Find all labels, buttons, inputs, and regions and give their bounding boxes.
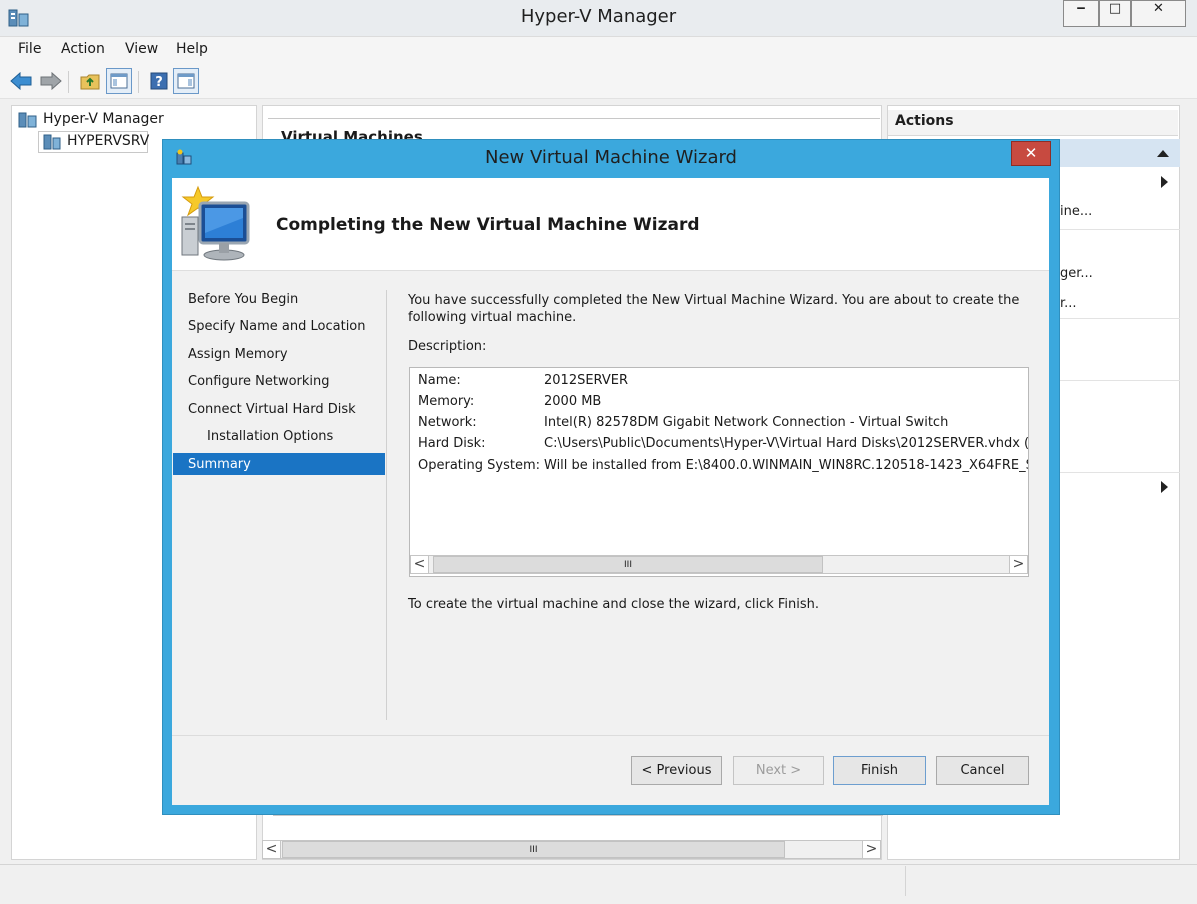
- action-item[interactable]: r...: [1060, 296, 1077, 311]
- menu-action[interactable]: Action: [61, 41, 105, 57]
- menu-view[interactable]: View: [125, 41, 158, 57]
- minimize-button[interactable]: ‒: [1063, 0, 1099, 27]
- wizard-intro-text: You have successfully completed the New …: [408, 293, 1020, 308]
- collapse-up-icon[interactable]: [1157, 146, 1169, 161]
- summary-value-operating-system: Will be installed from E:\8400.0.WINMAIN…: [544, 458, 1029, 473]
- submenu-arrow-icon: [1161, 481, 1169, 497]
- scroll-right-arrow[interactable]: >: [862, 841, 880, 858]
- scroll-thumb[interactable]: III: [433, 556, 823, 573]
- summary-label-operating-system: Operating System:: [418, 458, 540, 473]
- step-installation-options[interactable]: Installation Options: [207, 429, 333, 444]
- scroll-left-arrow[interactable]: <: [263, 841, 281, 858]
- help-icon[interactable]: ?: [146, 68, 172, 94]
- action-new-machine[interactable]: ine...: [1060, 204, 1092, 219]
- toolbar-separator: [68, 71, 69, 93]
- summary-value-memory: 2000 MB: [544, 394, 602, 409]
- maximize-button[interactable]: □: [1099, 0, 1131, 27]
- actions-divider: [1058, 229, 1180, 230]
- wizard-heading: Completing the New Virtual Machine Wizar…: [276, 215, 700, 235]
- summary-label-name: Name:: [418, 373, 461, 388]
- actions-title: Actions: [895, 113, 954, 129]
- step-assign-memory[interactable]: Assign Memory: [188, 347, 288, 362]
- window-title: Hyper-V Manager: [520, 6, 677, 27]
- show-hide-action-pane-icon[interactable]: [173, 68, 199, 94]
- summary-label-hard-disk: Hard Disk:: [418, 436, 486, 451]
- menu-file[interactable]: File: [18, 41, 41, 57]
- up-folder-icon[interactable]: [77, 68, 103, 94]
- step-summary[interactable]: Summary: [188, 457, 251, 472]
- scroll-left-arrow[interactable]: <: [411, 556, 429, 573]
- hyper-v-manager-icon: [18, 112, 38, 132]
- actions-divider: [1058, 318, 1180, 319]
- toolbar-separator: [138, 71, 139, 93]
- status-bar-divider: [905, 866, 906, 896]
- step-configure-networking[interactable]: Configure Networking: [188, 374, 330, 389]
- svg-text:?: ?: [155, 75, 163, 90]
- menu-help[interactable]: Help: [176, 41, 208, 57]
- forward-arrow-icon[interactable]: [38, 68, 64, 94]
- wizard-title: New Virtual Machine Wizard: [485, 147, 737, 168]
- actions-divider: [1058, 380, 1180, 381]
- step-before-you-begin[interactable]: Before You Begin: [188, 292, 298, 307]
- scroll-thumb[interactable]: III: [282, 841, 785, 858]
- actions-divider: [1058, 472, 1180, 473]
- description-horizontal-scrollbar[interactable]: < III >: [410, 555, 1028, 574]
- status-bar: [0, 864, 1197, 904]
- tree-root-hyper-v-manager[interactable]: Hyper-V Manager: [43, 111, 164, 127]
- finish-button[interactable]: Finish: [833, 756, 926, 785]
- description-label: Description:: [408, 339, 487, 354]
- finish-instruction-text: To create the virtual machine and close …: [408, 597, 820, 612]
- description-box[interactable]: Name: 2012SERVER Memory: 2000 MB Network…: [409, 367, 1029, 577]
- step-connect-virtual-hard-disk[interactable]: Connect Virtual Hard Disk: [188, 402, 356, 417]
- close-button[interactable]: ✕: [1131, 0, 1186, 27]
- previous-button[interactable]: < Previous: [631, 756, 722, 785]
- summary-label-memory: Memory:: [418, 394, 475, 409]
- center-pane-divider: [273, 815, 883, 830]
- submenu-arrow-icon: [1161, 176, 1169, 192]
- new-vm-monitor-icon: [180, 185, 254, 267]
- back-arrow-icon[interactable]: [8, 68, 34, 94]
- steps-divider: [386, 290, 387, 720]
- wizard-intro-text-line2: following virtual machine.: [408, 310, 577, 325]
- summary-value-hard-disk: C:\Users\Public\Documents\Hyper-V\Virtua…: [544, 436, 1029, 451]
- tree-item-hypervsrv[interactable]: HYPERVSRV: [67, 133, 149, 149]
- summary-label-network: Network:: [418, 415, 477, 430]
- summary-value-network: Intel(R) 82578DM Gigabit Network Connect…: [544, 415, 949, 430]
- action-manager[interactable]: ger...: [1060, 266, 1093, 281]
- center-horizontal-scrollbar[interactable]: < III >: [262, 840, 881, 859]
- cancel-button[interactable]: Cancel: [936, 756, 1029, 785]
- wizard-close-button[interactable]: ✕: [1011, 141, 1051, 166]
- scroll-right-arrow[interactable]: >: [1009, 556, 1027, 573]
- show-hide-console-tree-icon[interactable]: [106, 68, 132, 94]
- next-button[interactable]: Next >: [733, 756, 824, 785]
- wizard-button-divider: [172, 735, 1049, 736]
- step-specify-name-and-location[interactable]: Specify Name and Location: [188, 319, 366, 334]
- summary-value-name: 2012SERVER: [544, 373, 629, 388]
- server-icon: [42, 134, 62, 154]
